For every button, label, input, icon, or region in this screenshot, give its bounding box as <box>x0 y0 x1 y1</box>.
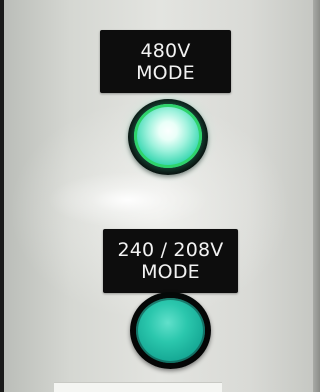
indicator-480v-lit <box>134 104 202 168</box>
panel-photo: 480V MODE 240 / 208V MODE <box>0 0 320 392</box>
indicator-240-208v-unlit <box>136 298 205 363</box>
label-240-208v-line1: 240 / 208V <box>117 239 224 261</box>
right-panel-edge <box>313 0 320 392</box>
label-480v-line2: MODE <box>136 61 195 84</box>
label-480v-mode: 480V MODE <box>100 30 231 93</box>
bottom-plate <box>54 382 222 392</box>
label-480v-line1: 480V <box>140 39 191 62</box>
left-panel-edge <box>0 0 4 392</box>
label-240-208v-line2: MODE <box>141 261 200 283</box>
label-240-208v-mode: 240 / 208V MODE <box>103 229 238 293</box>
